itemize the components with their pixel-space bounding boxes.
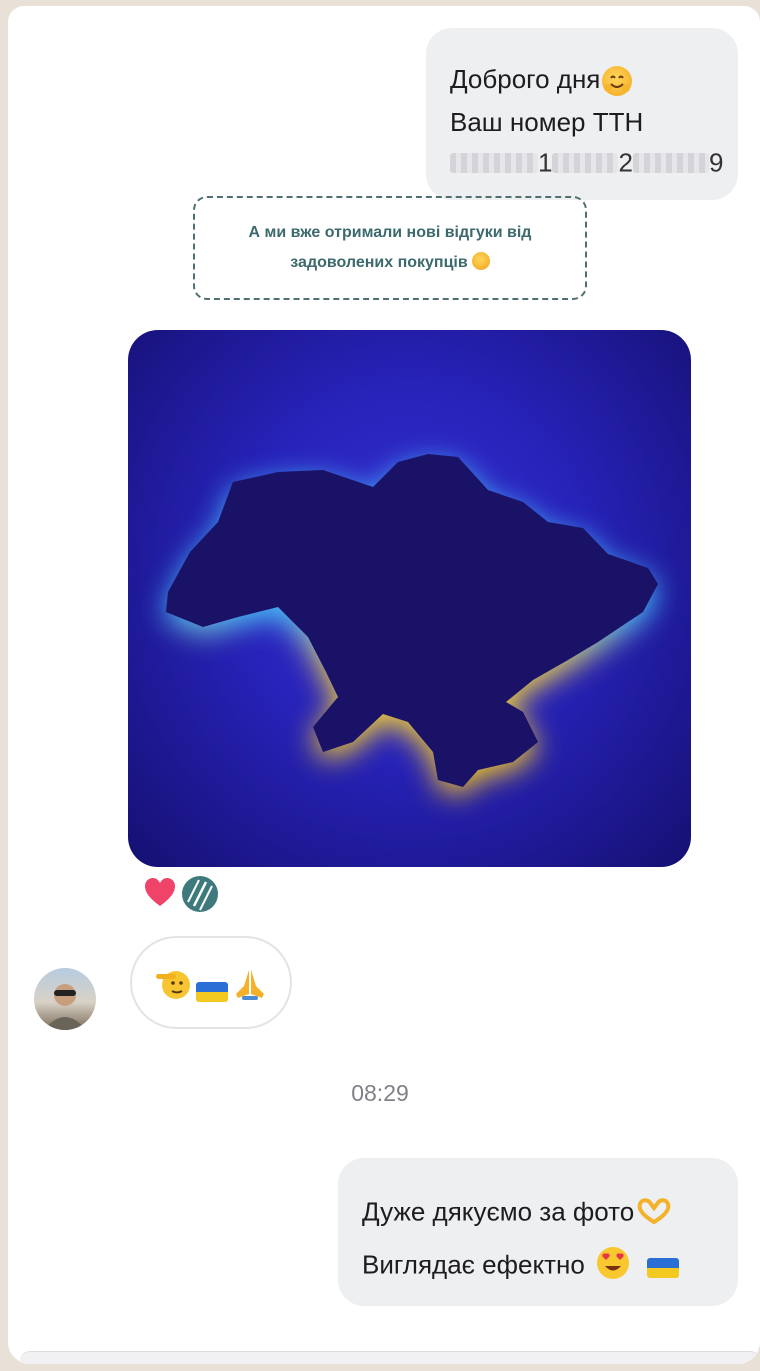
greeting-text: Доброго дня: [450, 64, 601, 94]
ttn-digit: 9: [708, 147, 724, 178]
message-timestamp: 08:29: [351, 1080, 409, 1106]
redacted-block: [552, 153, 619, 174]
message-line: Виглядає ефектно: [362, 1246, 680, 1287]
chat-frame: Доброго дня Ваш номер ТТН 1 2 9 А ми вже о…: [8, 6, 760, 1364]
note-line-2-wrap: задоволених покупців: [195, 248, 585, 278]
ukraine-flag-icon: [196, 974, 228, 1008]
star-struck-face-icon: [471, 252, 490, 270]
redacted-block: [632, 153, 709, 174]
message-input-edge: [20, 1351, 760, 1364]
heart-hands-icon: [636, 1196, 672, 1231]
ttn-number-redacted: 1 2 9: [450, 146, 723, 180]
heart-icon[interactable]: [143, 876, 177, 910]
hugging-face-icon: [602, 66, 633, 97]
review-note: А ми вже отримали нові відгуки від задов…: [193, 196, 587, 300]
message-line: Дуже дякуємо за фото: [362, 1196, 672, 1231]
ttn-digit: 2: [618, 147, 633, 178]
heart-eyes-face-icon: [596, 1246, 630, 1287]
outgoing-message-ttn[interactable]: Доброго дня Ваш номер ТТН 1 2 9: [426, 28, 738, 200]
ttn-digit: 1: [538, 147, 553, 178]
message-line: Доброго дня: [450, 64, 633, 97]
effect-text: Виглядає ефектно: [362, 1249, 585, 1280]
avatar[interactable]: [34, 968, 96, 1030]
folded-hands-icon: [232, 966, 268, 1010]
saluting-face-icon: [154, 966, 192, 1010]
outgoing-message-thanks[interactable]: Дуже дякуємо за фото Виглядає ефектно: [338, 1158, 738, 1306]
brand-logo-icon[interactable]: [182, 876, 218, 912]
redacted-block: [450, 153, 538, 174]
customer-photo[interactable]: [128, 330, 691, 867]
ukraine-flag-icon: [647, 1251, 680, 1282]
ukraine-map-illustration: [166, 454, 658, 795]
thanks-text: Дуже дякуємо за фото: [362, 1196, 635, 1227]
note-line-1: А ми вже отримали нові відгуки від: [248, 224, 532, 241]
note-line-2: задоволених покупців: [290, 254, 468, 271]
ttn-label-text: Ваш номер ТТН: [450, 107, 644, 137]
incoming-message-emojis[interactable]: [130, 936, 292, 1029]
